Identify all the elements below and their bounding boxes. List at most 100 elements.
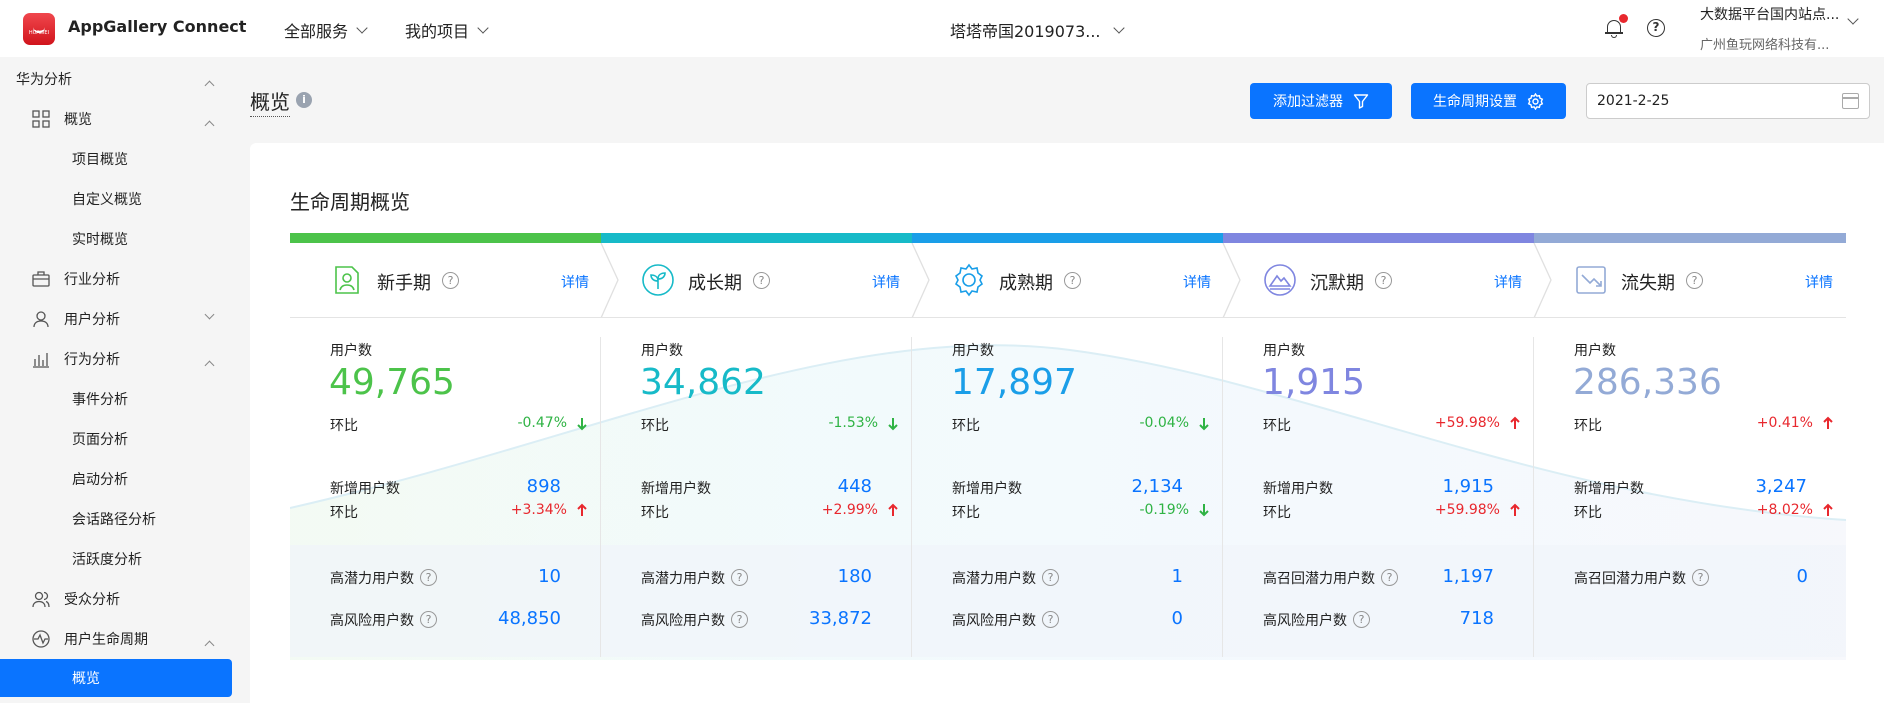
question-icon[interactable]: ?: [731, 611, 748, 628]
metric-label: 高潜力用户数: [641, 571, 725, 587]
question-icon[interactable]: ?: [420, 611, 437, 628]
metric-label: 高风险用户数: [330, 613, 414, 629]
pulse-icon: [32, 630, 50, 648]
account-company: 广州鱼玩网络科技有...: [1700, 38, 1830, 53]
detail-link-silent[interactable]: 详情: [1494, 272, 1522, 292]
growth-sprout-icon: [642, 264, 674, 296]
sidebar-item-industry[interactable]: 行业分析: [0, 262, 232, 296]
new-users-label: 新增用户数: [1574, 481, 1644, 497]
add-filter-label: 添加过滤器: [1273, 94, 1343, 110]
novice-high-potential: 10: [538, 566, 561, 587]
sidebar-item-event-analysis[interactable]: 事件分析: [0, 382, 232, 416]
mature-users-pct: -0.04%: [1139, 415, 1189, 431]
chevron-down-icon: [356, 21, 368, 34]
column-divider: [1533, 337, 1534, 657]
growth-new-pct: +2.99%: [821, 502, 878, 518]
chevron-up-icon: [204, 120, 215, 131]
calendar-icon[interactable]: [1842, 93, 1859, 109]
question-icon[interactable]: ?: [1042, 611, 1059, 628]
question-icon[interactable]: ?: [753, 272, 770, 289]
briefcase-icon: [32, 271, 50, 287]
add-filter-button[interactable]: 添加过滤器: [1250, 83, 1392, 119]
notification-bell-icon[interactable]: [1605, 14, 1628, 38]
sidebar-item-custom-overview[interactable]: 自定义概览: [0, 182, 232, 216]
question-icon[interactable]: ?: [442, 272, 459, 289]
ratio-label: 环比: [1574, 418, 1602, 434]
sidebar-item-project-overview[interactable]: 项目概览: [0, 142, 232, 176]
question-icon[interactable]: ?: [1064, 272, 1081, 289]
sidebar-item-overview-group[interactable]: 概览: [0, 102, 232, 136]
growth-high-potential: 180: [837, 566, 872, 587]
question-icon[interactable]: ?: [1692, 569, 1709, 586]
detail-link-mature[interactable]: 详情: [1183, 272, 1211, 292]
sidebar-item-user-analysis[interactable]: 用户分析: [0, 302, 232, 336]
project-name: 塔塔帝国2019073...: [950, 22, 1101, 41]
sidebar-label: 用户生命周期: [64, 632, 148, 648]
column-divider: [1222, 337, 1223, 657]
sidebar-label: 华为分析: [16, 72, 72, 88]
users-label: 用户数: [952, 343, 994, 359]
account-name: 大数据平台国内站点...: [1700, 7, 1840, 23]
sidebar-item-lifecycle-overview[interactable]: 概览: [0, 659, 232, 697]
stage-separator: [1222, 243, 1241, 318]
detail-link-growth[interactable]: 详情: [872, 272, 900, 292]
help-icon[interactable]: ?: [1647, 19, 1665, 37]
growth-new-users: 448: [837, 476, 872, 497]
all-services-menu[interactable]: 全部服务: [284, 18, 368, 42]
mature-gear-icon: [954, 263, 984, 297]
chevron-up-icon: [204, 640, 215, 651]
ratio-label: 环比: [952, 505, 980, 521]
date-picker[interactable]: 2021-2-25: [1586, 83, 1870, 119]
churn-users-pct: +0.41%: [1756, 415, 1813, 431]
grid-icon: [32, 110, 50, 128]
my-projects-menu[interactable]: 我的项目: [405, 18, 489, 42]
sidebar-item-activity[interactable]: 活跃度分析: [0, 542, 232, 576]
users-label: 用户数: [330, 343, 372, 359]
brand-name[interactable]: AppGallery Connect: [68, 17, 246, 36]
users-label: 用户数: [641, 343, 683, 359]
lifecycle-settings-button[interactable]: 生命周期设置: [1411, 83, 1566, 119]
sidebar-item-audience[interactable]: 受众分析: [0, 582, 232, 616]
sidebar: 华为分析 概览 项目概览 自定义概览 实时概览 行业分析 用户分析 行为分析 事…: [0, 57, 232, 703]
column-divider: [600, 337, 601, 657]
churn-high-recall: 0: [1796, 566, 1808, 587]
sidebar-item-behavior[interactable]: 行为分析: [0, 342, 232, 376]
stage-name-novice: 新手期: [377, 273, 431, 294]
question-icon[interactable]: ?: [731, 569, 748, 586]
sidebar-section-huawei-analytics[interactable]: 华为分析: [0, 62, 232, 96]
sidebar-item-realtime-overview[interactable]: 实时概览: [0, 222, 232, 256]
arrow-up-icon: [1823, 416, 1833, 429]
sidebar-item-page-analysis[interactable]: 页面分析: [0, 422, 232, 456]
new-users-label: 新增用户数: [952, 481, 1022, 497]
question-icon[interactable]: ?: [1686, 272, 1703, 289]
detail-link-churn[interactable]: 详情: [1805, 272, 1833, 292]
ratio-label: 环比: [641, 418, 669, 434]
sidebar-item-launch-analysis[interactable]: 启动分析: [0, 462, 232, 496]
huawei-logo[interactable]: [23, 13, 55, 45]
sidebar-item-session-path[interactable]: 会话路径分析: [0, 502, 232, 536]
churn-new-pct: +8.02%: [1756, 502, 1813, 518]
lifecycle-settings-label: 生命周期设置: [1433, 94, 1517, 110]
arrow-down-icon: [1199, 504, 1209, 517]
question-icon[interactable]: ?: [1353, 611, 1370, 628]
question-icon[interactable]: ?: [1042, 569, 1059, 586]
churn-new-users: 3,247: [1755, 476, 1807, 497]
metric-label: 高潜力用户数: [952, 571, 1036, 587]
notification-dot: [1619, 14, 1628, 23]
detail-link-novice[interactable]: 详情: [561, 272, 589, 292]
top-bar: HUAWEI AppGallery Connect 全部服务 我的项目 塔塔帝国…: [0, 0, 1884, 57]
new-users-label: 新增用户数: [330, 481, 400, 497]
novice-new-pct: +3.34%: [510, 502, 567, 518]
novice-users-pct: -0.47%: [517, 415, 567, 431]
column-divider: [911, 337, 912, 657]
sidebar-item-lifecycle[interactable]: 用户生命周期: [0, 622, 232, 656]
question-icon[interactable]: ?: [1375, 272, 1392, 289]
bar-chart-icon: [33, 353, 49, 368]
project-selector[interactable]: 塔塔帝国2019073...: [950, 18, 1125, 42]
account-menu[interactable]: 大数据平台国内站点... 广州鱼玩网络科技有...: [1700, 4, 1850, 53]
arrow-up-icon: [1510, 416, 1520, 429]
info-icon[interactable]: i: [296, 92, 312, 108]
chevron-up-icon: [204, 360, 215, 371]
question-icon[interactable]: ?: [420, 569, 437, 586]
arrow-down-icon: [577, 418, 587, 431]
